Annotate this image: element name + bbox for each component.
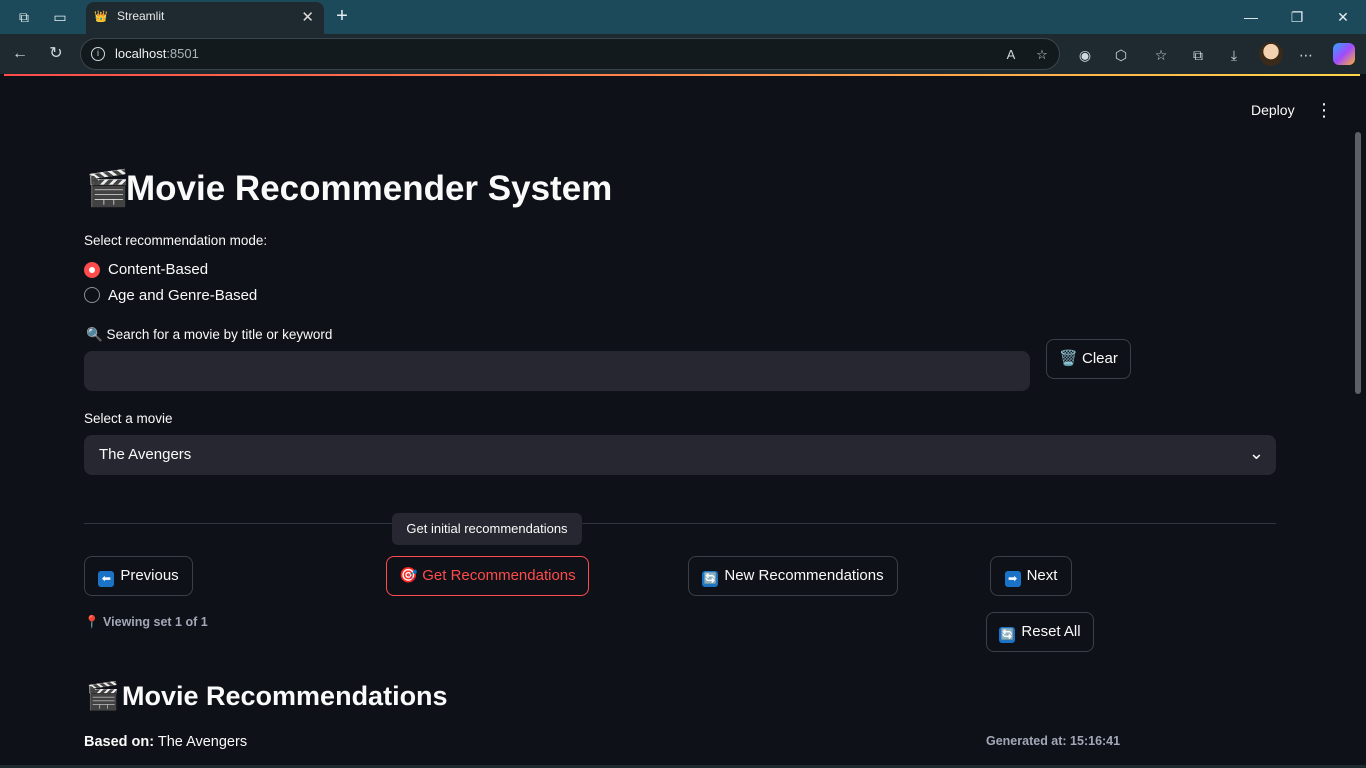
radio-content-based-label[interactable]: Content-Based <box>108 261 208 278</box>
close-window-icon[interactable]: ✕ <box>1328 6 1358 28</box>
copilot-icon[interactable] <box>1333 43 1355 65</box>
back-icon[interactable]: ← <box>10 44 30 64</box>
radio-age-genre-based-label[interactable]: Age and Genre-Based <box>108 287 257 304</box>
extension-brain-icon[interactable]: ◉ <box>1074 44 1096 66</box>
new-recommendations-button[interactable]: 🔄 New Recommendations <box>688 556 898 596</box>
search-input[interactable] <box>84 351 1030 391</box>
refresh-icon: 🔄 <box>702 571 719 587</box>
search-label: 🔍 Search for a movie by title or keyword <box>86 327 333 342</box>
favorites-icon[interactable]: ☆ <box>1150 44 1172 66</box>
browser-toolbar: ← ↻ i localhost:8501 A ☆ ◉ ⬡ ☆ ⧉ ⤓ ⋯ <box>0 34 1366 74</box>
clapperboard-icon: 🎬 <box>86 681 120 711</box>
tab-actions-icon[interactable]: ▭ <box>50 7 70 27</box>
clear-button[interactable]: 🗑️ Clear <box>1046 339 1131 379</box>
based-on-value: The Avengers <box>154 734 248 750</box>
arrow-right-icon: ➡ <box>1004 571 1021 587</box>
deploy-button[interactable]: Deploy <box>1251 102 1295 118</box>
recommendations-heading: 🎬Movie Recommendations <box>86 680 448 712</box>
more-options-icon[interactable]: ⋯ <box>1295 44 1317 66</box>
refresh-icon: 🔄 <box>999 627 1016 643</box>
get-recommendations-label: Get Recommendations <box>422 567 576 584</box>
browser-tab[interactable]: 👑 Streamlit ✕ <box>86 2 324 34</box>
profile-avatar[interactable] <box>1259 42 1283 66</box>
based-on-label: Based on: <box>84 734 155 750</box>
downloads-icon[interactable]: ⤓ <box>1223 44 1245 66</box>
read-aloud-icon[interactable]: A <box>1001 45 1021 65</box>
movie-select[interactable]: The Avengers ⌄ <box>84 435 1276 475</box>
extensions-icon[interactable]: ⬡ <box>1110 44 1132 66</box>
divider <box>84 523 1276 524</box>
streamlit-logo-icon: 👑 <box>94 11 108 23</box>
radio-content-based[interactable] <box>84 262 100 278</box>
chevron-down-icon: ⌄ <box>1248 443 1264 463</box>
address-bar[interactable]: i localhost:8501 A ☆ <box>80 38 1060 70</box>
close-tab-icon[interactable]: ✕ <box>301 8 314 26</box>
get-recommendations-button[interactable]: 🎯 Get Recommendations <box>386 556 589 596</box>
refresh-icon[interactable]: ↻ <box>46 44 66 64</box>
movie-select-value: The Avengers <box>99 446 192 463</box>
page-title-text: Movie Recommender System <box>126 169 613 208</box>
viewing-set-caption: 📍 Viewing set 1 of 1 <box>84 615 208 629</box>
previous-button-label: Previous <box>120 567 179 584</box>
new-tab-button[interactable]: + <box>332 4 352 28</box>
restore-icon[interactable]: ❐ <box>1282 6 1312 28</box>
select-movie-label: Select a movie <box>84 411 173 426</box>
tooltip: Get initial recommendations <box>392 513 582 545</box>
target-icon: 🎯 <box>399 567 419 584</box>
tab-title: Streamlit <box>117 9 165 23</box>
address-text: localhost:8501 <box>115 46 199 61</box>
main-menu-icon[interactable]: ⋮ <box>1314 100 1334 121</box>
next-button[interactable]: ➡ Next <box>990 556 1072 596</box>
generated-at: Generated at: 15:16:41 <box>986 734 1121 748</box>
new-recommendations-label: New Recommendations <box>724 567 884 584</box>
next-button-label: Next <box>1026 567 1058 584</box>
recommendations-heading-text: Movie Recommendations <box>122 681 448 711</box>
page-title: 🎬Movie Recommender System <box>86 168 612 209</box>
collections-icon[interactable]: ⧉ <box>1187 44 1209 66</box>
radio-age-genre-based[interactable] <box>84 287 100 303</box>
mode-label: Select recommendation mode: <box>84 233 268 248</box>
arrow-left-icon: ⬅ <box>98 571 115 587</box>
browser-tab-bar: ⧉ ▭ 👑 Streamlit ✕ + — ❐ ✕ <box>0 0 1366 34</box>
previous-button[interactable]: ⬅ Previous <box>84 556 193 596</box>
reset-all-button[interactable]: 🔄 Reset All <box>986 612 1094 652</box>
minimize-icon[interactable]: — <box>1236 6 1266 28</box>
based-on-text: Based on: The Avengers <box>84 734 247 750</box>
workspaces-icon[interactable]: ⧉ <box>14 7 34 27</box>
clapperboard-icon: 🎬 <box>86 169 130 208</box>
favorite-star-icon[interactable]: ☆ <box>1032 45 1052 65</box>
reset-all-label: Reset All <box>1021 623 1081 640</box>
site-info-icon[interactable]: i <box>91 47 105 61</box>
clear-button-label: Clear <box>1082 350 1118 367</box>
page-scrollbar[interactable] <box>1355 132 1361 394</box>
trash-icon: 🗑️ <box>1059 350 1078 367</box>
